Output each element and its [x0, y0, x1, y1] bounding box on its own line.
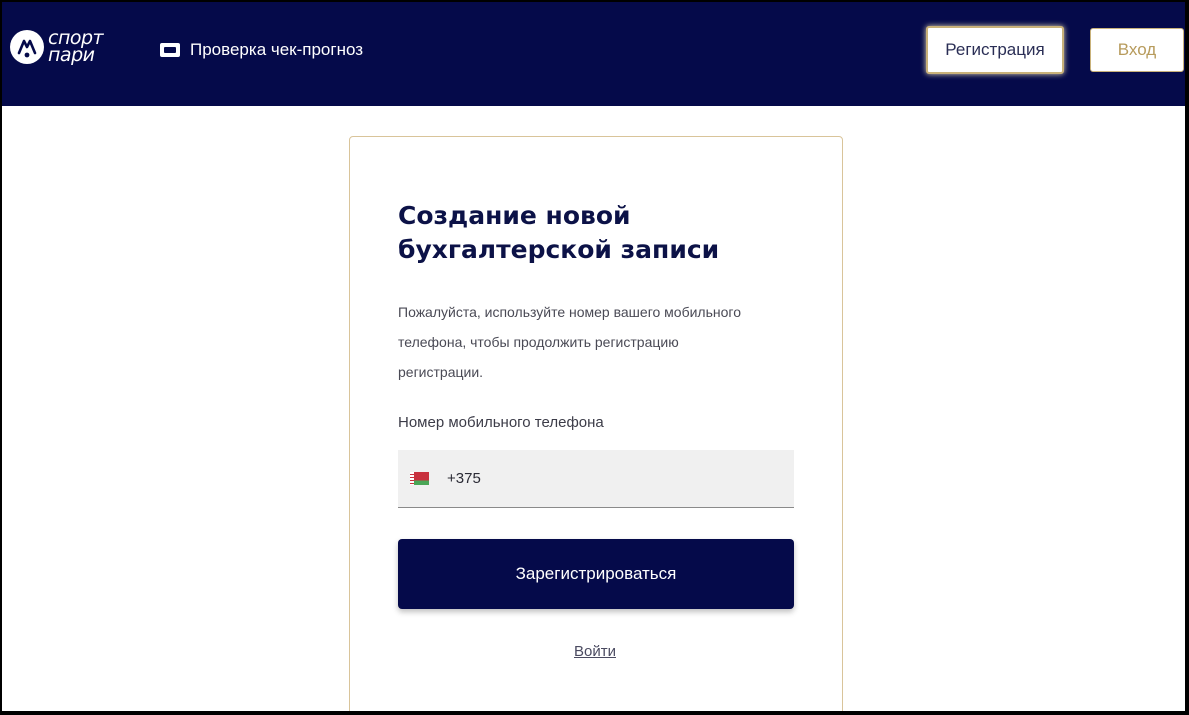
top-header: спорт пари Проверка чек-прогноз Регистра… — [2, 2, 1185, 106]
spot-logo-icon — [10, 30, 44, 64]
logo[interactable]: спорт пари — [10, 22, 130, 72]
check-forecast-link[interactable]: Проверка чек-прогноз — [160, 38, 363, 62]
belarus-flag-icon[interactable] — [410, 472, 429, 485]
registration-card: Создание новой бухгалтерской записи Пожа… — [349, 136, 843, 711]
check-forecast-label: Проверка чек-прогноз — [190, 40, 364, 59]
ticket-icon — [160, 43, 180, 57]
register-button[interactable]: Регистрация — [926, 26, 1064, 74]
login-button[interactable]: Вход — [1090, 28, 1184, 72]
login-link[interactable]: Войти — [574, 643, 616, 660]
phone-input[interactable] — [447, 470, 777, 487]
submit-register-button[interactable]: Зарегистрироваться — [398, 539, 794, 609]
page-frame: спорт пари Проверка чек-прогноз Регистра… — [2, 2, 1185, 711]
form-description: Пожалуйста, используйте номер вашего моб… — [398, 304, 741, 380]
phone-field[interactable] — [398, 450, 794, 508]
page-title: Создание новой бухгалтерской записи — [398, 201, 720, 264]
phone-label: Номер мобильного телефона — [398, 414, 604, 431]
logo-line-2: пари — [48, 44, 95, 66]
logo-text: спорт пари — [48, 29, 104, 66]
